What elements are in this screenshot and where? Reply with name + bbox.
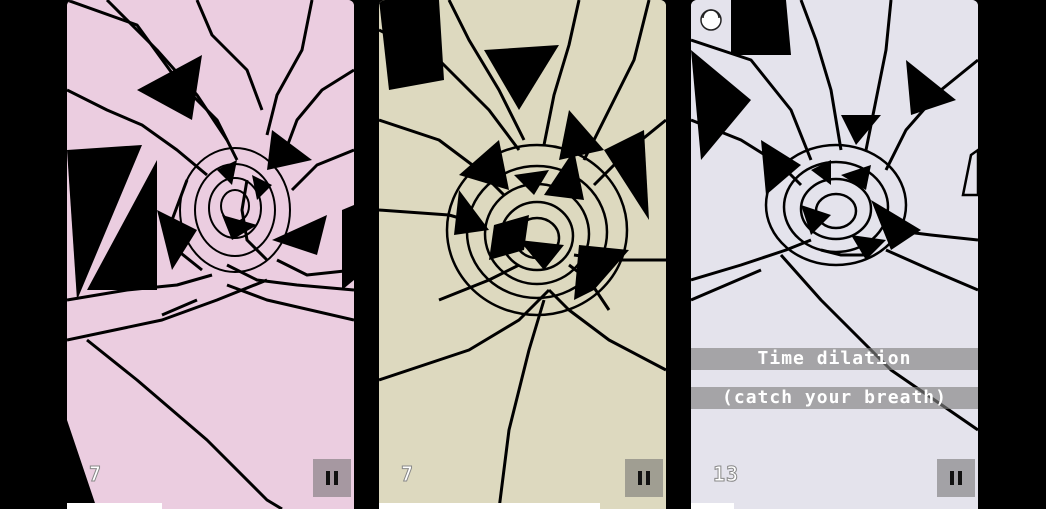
tunnel-scene [67,0,354,509]
powerup-title-banner: Time dilation [691,348,978,370]
score-counter: 7 [88,462,103,487]
progress-bar [691,503,978,509]
pause-button[interactable] [625,459,663,497]
progress-fill [691,503,735,509]
pause-icon [948,471,964,485]
game-screen-2[interactable]: 7 [379,0,666,509]
powerup-ring-icon [700,9,722,31]
pause-icon [324,471,340,485]
pause-button[interactable] [313,459,351,497]
powerup-subtitle-banner: (catch your breath) [691,387,978,409]
tunnel-scene [379,0,666,509]
game-screen-1[interactable]: 7 [67,0,354,509]
progress-bar [379,503,666,509]
progress-fill [67,503,162,509]
tunnel-scene [691,0,978,509]
score-counter: 7 [400,462,415,487]
pause-button[interactable] [937,459,975,497]
pause-icon [636,471,652,485]
progress-fill [379,503,600,509]
game-screen-3[interactable]: Time dilation (catch your breath) 13 [691,0,978,509]
score-counter: 13 [712,462,740,487]
progress-bar [67,503,354,509]
